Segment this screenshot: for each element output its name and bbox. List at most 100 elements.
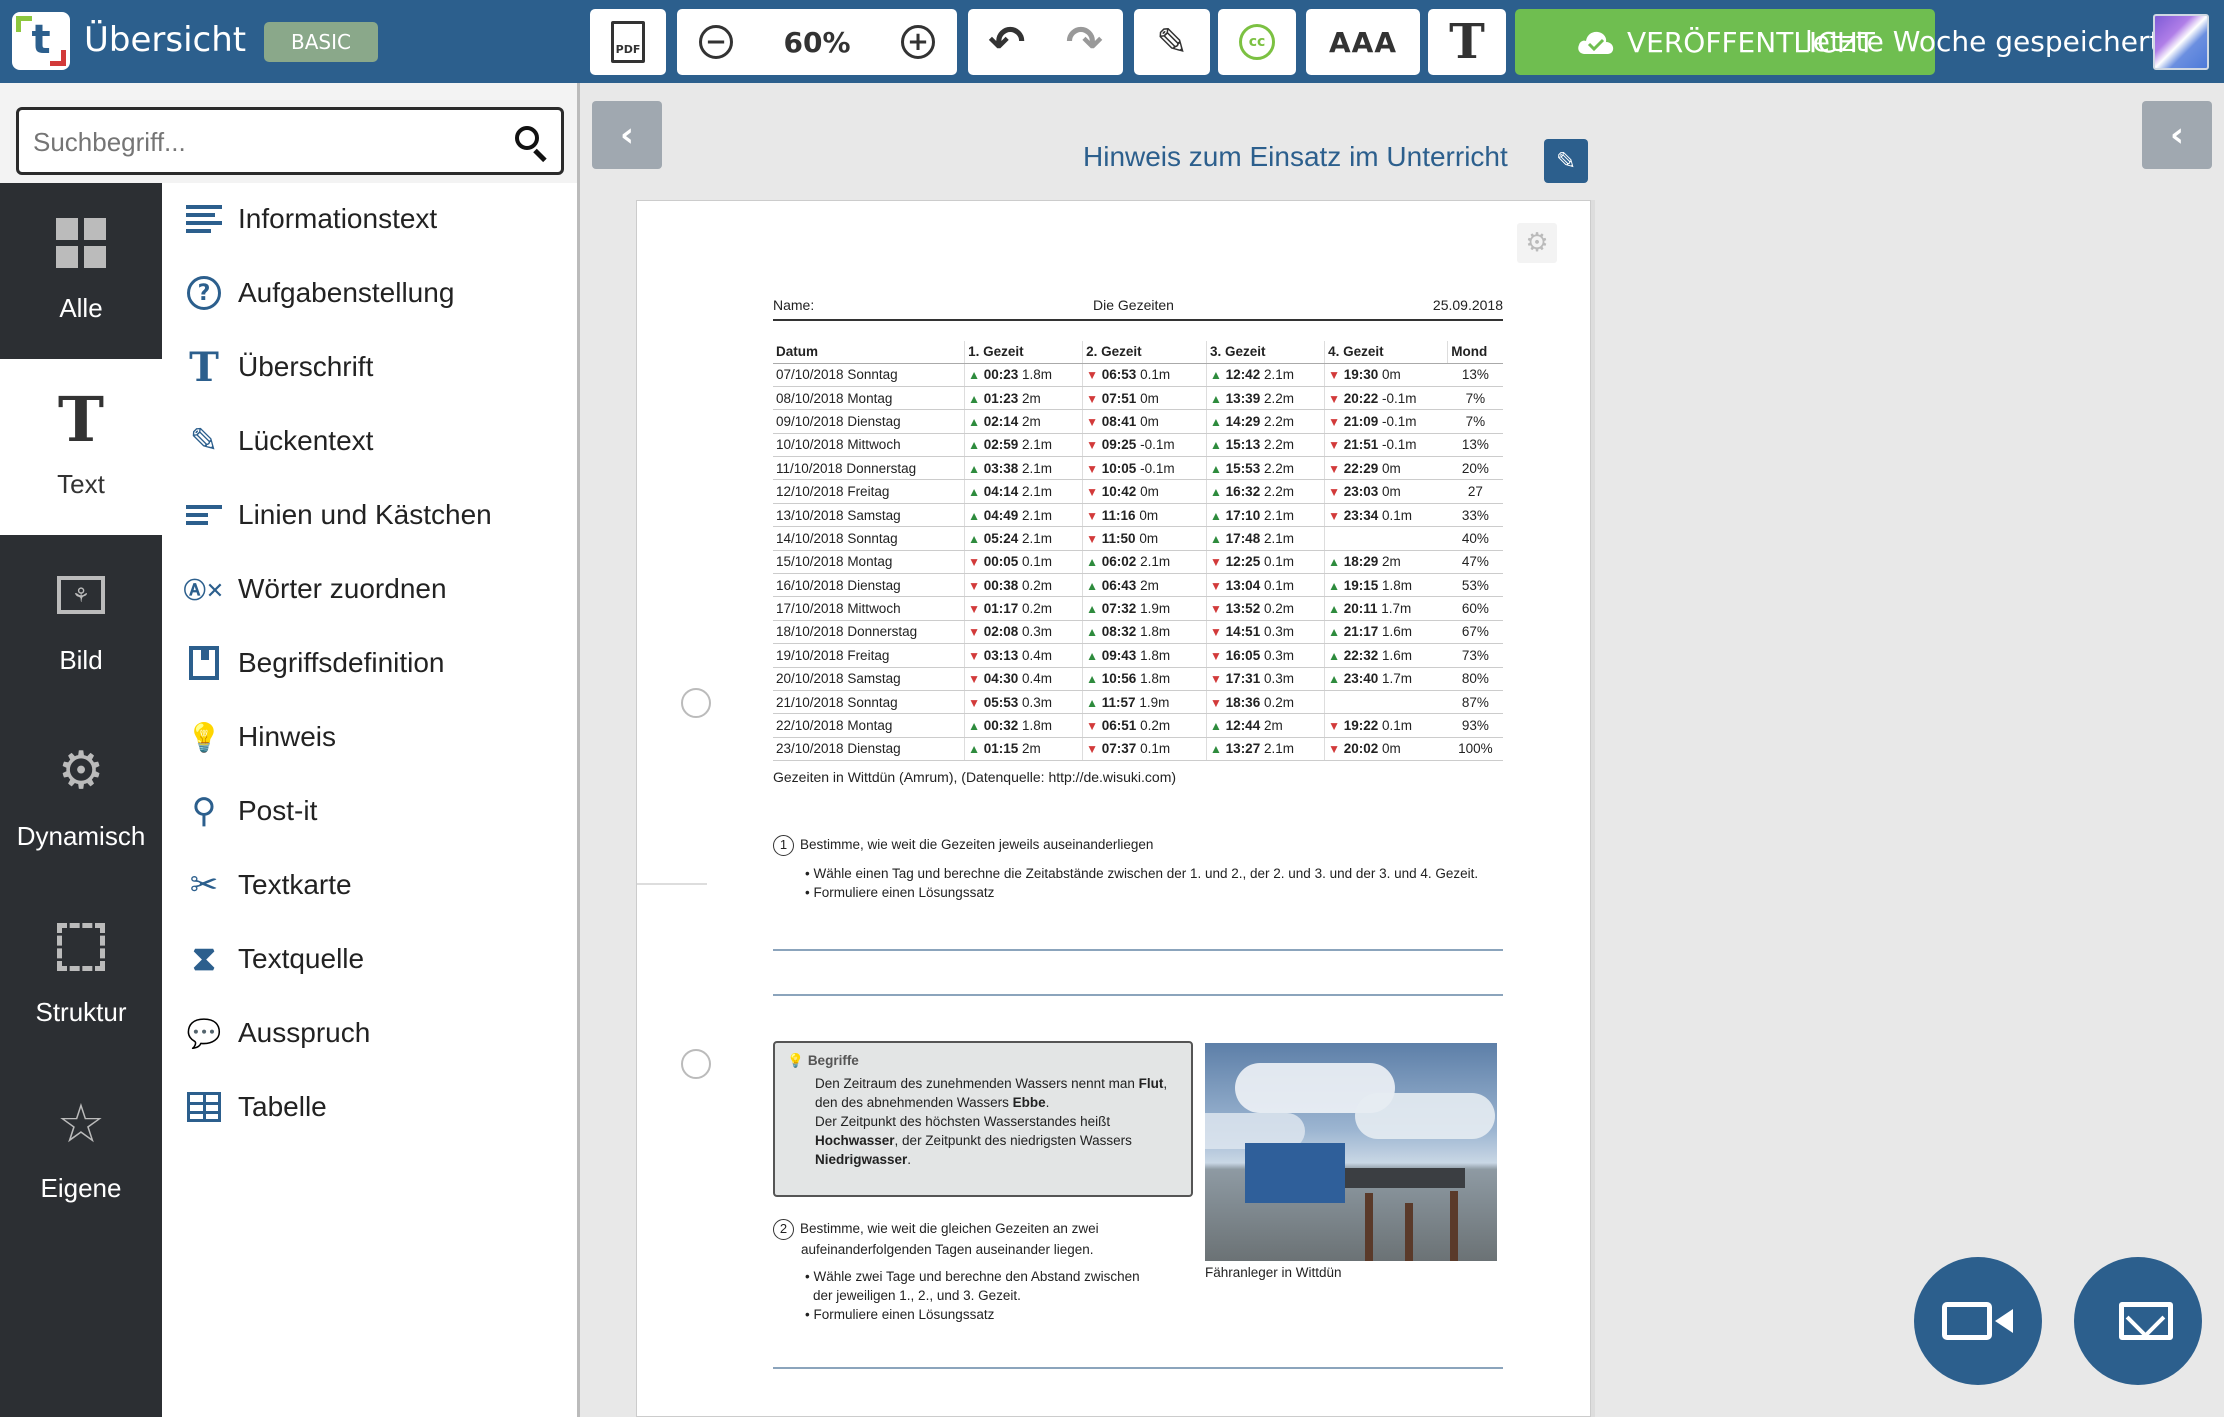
collapse-right-button[interactable]: ‹ [2142,101,2212,169]
element-label: Aufgabenstellung [238,277,455,308]
tide-up-icon: ▲ [1328,602,1340,617]
task-bullet: • Formuliere einen Lösungssatz [805,885,995,900]
tide-cell: ▲ 00:23 1.8m [964,363,1083,387]
block-select-radio[interactable] [681,1049,711,1079]
element-textkarte[interactable]: ✂ Textkarte [162,855,580,915]
answer-line [773,949,1503,951]
photo-caption: Fähranleger in Wittdün [1205,1265,1342,1280]
tide-down-icon: ▼ [1086,438,1099,453]
category-struktur[interactable]: Struktur [0,887,162,1063]
element-lueckentext[interactable]: ✎ Lückentext [162,411,580,471]
tide-cell: ▼ 14:51 0.3m [1206,620,1325,645]
table-header-cell: 4. Gezeit [1324,341,1448,364]
text-format-icon: T [1449,14,1485,70]
tide-up-icon: ▲ [1086,602,1099,617]
tide-down-icon: ▼ [1210,648,1222,663]
moon-cell: 73% [1447,643,1503,668]
table-row: 20/10/2018 Samstag ▼ 04:30 0.4m ▲ 10:56 1.… [773,667,1503,691]
block-select-radio[interactable] [681,688,711,718]
video-camera-icon [1942,1302,2013,1340]
date-cell: 22/10/2018 Montag [773,713,965,738]
element-label: Wörter zuordnen [238,573,447,604]
tide-up-icon: ▲ [1210,742,1222,757]
element-textquelle[interactable]: ⧗ Textquelle [162,929,580,989]
element-informationstext[interactable]: Informationstext [162,189,580,249]
element-label: Linien und Kästchen [238,499,492,530]
harbor-photo [1205,1043,1497,1261]
tide-down-icon: ▼ [968,602,980,617]
video-call-button[interactable] [1914,1257,2042,1385]
tide-up-icon: ▲ [968,461,980,476]
edit-hint-button[interactable]: ✎ [1544,139,1588,183]
element-post-it[interactable]: ⚲ Post-it [162,781,580,841]
tide-down-icon: ▼ [1328,461,1340,476]
element-ausspruch[interactable]: 💬 Ausspruch [162,1003,580,1063]
redo-icon[interactable]: ↷ [1066,17,1103,68]
task-1: 1 Bestimme, wie weit die Gezeiten jeweils… [773,835,1503,902]
category-alle[interactable]: Alle [0,183,162,359]
zoom-in-icon[interactable]: + [901,25,935,59]
grid-icon [56,218,106,268]
search-input[interactable] [33,124,493,160]
category-text[interactable]: T Text [0,359,162,535]
tide-down-icon: ▼ [1086,368,1099,383]
settings-gear-icon[interactable]: ⚙ [1517,223,1557,263]
tide-cell: ▲ 15:53 2.2m [1206,456,1325,481]
element-label: Post-it [238,795,318,826]
element-begriffsdefinition[interactable]: Begriffsdefinition [162,633,580,693]
edit-button[interactable]: ✎ [1134,9,1210,75]
category-bild[interactable]: ⚘ Bild [0,535,162,711]
element-linien-und-kaestchen[interactable]: Linien und Kästchen [162,485,580,545]
category-dynamisch[interactable]: ⚙ Dynamisch [0,711,162,887]
user-avatar[interactable] [2153,14,2209,70]
tide-cell: ▼ 13:52 0.2m [1206,596,1325,621]
tide-cell: ▲ 06:43 2m [1082,573,1207,598]
send-message-button[interactable] [2074,1257,2202,1385]
license-button[interactable]: cc [1218,9,1296,75]
date-cell: 08/10/2018 Montag [773,386,965,411]
zoom-out-icon[interactable]: − [699,25,733,59]
tide-cell: ▼ 21:09 -0.1m [1324,409,1448,434]
tide-cell: ▲ 11:57 1.9m [1082,690,1207,715]
tide-up-icon: ▲ [1210,508,1222,523]
tide-up-icon: ▲ [1210,485,1222,500]
book-icon [189,646,219,680]
tide-cell: ▼ 06:51 0.2m [1082,713,1207,738]
tide-down-icon: ▼ [968,672,980,687]
moon-cell: 80% [1447,667,1503,691]
pencil-box-icon: ✎ [189,421,219,461]
element-label: Textkarte [238,869,352,900]
heading-icon: T [189,343,219,391]
sidebar-search-area [0,83,580,183]
element-hinweis[interactable]: 💡 Hinweis [162,707,580,767]
tide-cell: ▲ 23:40 1.7m [1324,667,1448,691]
search-icon[interactable] [513,124,547,163]
element-woerter-zuordnen[interactable]: Ⓐ✕ Wörter zuordnen [162,559,580,619]
worksheet-header: Name: Die Gezeiten 25.09.2018 [773,293,1503,321]
element-tabelle[interactable]: Tabelle [162,1077,580,1137]
table-row: 17/10/2018 Mittwoch ▼ 01:17 0.2m ▲ 07:32 1… [773,596,1503,621]
app-logo-icon[interactable]: t [12,12,70,70]
tide-up-icon: ▲ [1210,391,1222,406]
element-aufgabenstellung[interactable]: ? Aufgabenstellung [162,263,580,323]
tide-cell: ▼ 19:30 0m [1324,363,1448,387]
tide-down-icon: ▼ [1328,391,1340,406]
category-eigene[interactable]: ☆ Eigene [0,1063,162,1239]
font-size-button[interactable]: AAA [1306,9,1420,75]
collapse-left-button[interactable]: ‹ [592,101,662,169]
task-bullet: • Formuliere einen Lösungssatz [805,1307,995,1322]
tide-cell: ▲ 21:17 1.6m [1324,620,1448,645]
pdf-export-button[interactable]: PDF [590,9,666,75]
tide-cell: ▼ 10:42 0m [1082,479,1207,504]
text-format-button[interactable]: T [1428,9,1506,75]
tide-up-icon: ▲ [1086,578,1099,593]
app-title[interactable]: Übersicht [84,20,246,60]
undo-icon[interactable]: ↶ [988,17,1025,68]
tide-up-icon: ▲ [1210,438,1222,453]
tide-cell: ▲ 18:29 2m [1324,550,1448,575]
element-ueberschrift[interactable]: T Überschrift [162,337,580,397]
tide-cell: ▼ 08:41 0m [1082,409,1207,434]
envelope-icon [2119,1302,2173,1340]
answer-line [773,1367,1503,1369]
teaching-hint-link[interactable]: Hinweis zum Einsatz im Unterricht [1083,141,1508,173]
